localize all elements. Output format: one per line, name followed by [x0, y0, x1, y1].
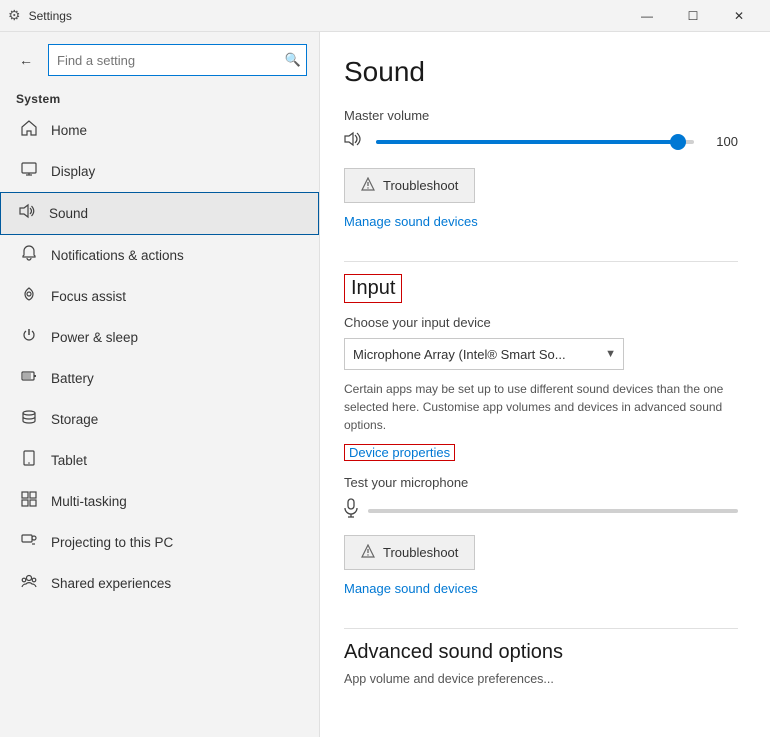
divider-1 — [344, 261, 738, 262]
sidebar-item-display[interactable]: Display — [0, 151, 319, 192]
focus-icon — [19, 286, 39, 307]
power-icon — [19, 327, 39, 348]
close-button[interactable]: ✕ — [716, 0, 762, 32]
sidebar-item-display-label: Display — [51, 164, 95, 179]
sidebar-item-storage-label: Storage — [51, 412, 98, 427]
volume-value: 100 — [706, 134, 738, 149]
volume-icon — [344, 131, 364, 152]
advanced-hint-text: App volume and device preferences... — [344, 672, 738, 686]
sidebar-item-notifications[interactable]: Notifications & actions — [0, 235, 319, 276]
input-section-title: Input — [351, 277, 395, 300]
sidebar-item-battery[interactable]: Battery — [0, 358, 319, 399]
warning-icon-1 — [361, 177, 375, 194]
slider-thumb — [670, 134, 686, 150]
sidebar-item-tablet[interactable]: Tablet — [0, 440, 319, 481]
warning-icon-2 — [361, 544, 375, 561]
notifications-icon — [19, 245, 39, 266]
volume-row: 100 — [344, 131, 738, 152]
advanced-section-title: Advanced sound options — [344, 641, 738, 664]
page-title: Sound — [344, 56, 738, 88]
sidebar-item-shared-label: Shared experiences — [51, 576, 171, 591]
sidebar-section-label: System — [0, 84, 319, 110]
shared-icon — [19, 573, 39, 594]
sidebar-item-multitasking-label: Multi-tasking — [51, 494, 127, 509]
sidebar-item-projecting[interactable]: Projecting to this PC — [0, 522, 319, 563]
input-section: Input Choose your input device Microphon… — [344, 274, 738, 616]
volume-slider[interactable] — [376, 140, 694, 144]
advanced-section: Advanced sound options App volume and de… — [344, 641, 738, 686]
sidebar: ← 🔍 System Home Displ — [0, 32, 320, 737]
sidebar-item-shared[interactable]: Shared experiences — [0, 563, 319, 604]
sidebar-item-projecting-label: Projecting to this PC — [51, 535, 173, 550]
home-icon — [19, 120, 39, 141]
troubleshoot-button-2[interactable]: Troubleshoot — [344, 535, 475, 570]
test-mic-label: Test your microphone — [344, 475, 738, 490]
search-box: 🔍 — [48, 44, 307, 76]
sidebar-item-home[interactable]: Home — [0, 110, 319, 151]
choose-input-label: Choose your input device — [344, 315, 738, 330]
sidebar-item-home-label: Home — [51, 123, 87, 138]
sidebar-item-focus-label: Focus assist — [51, 289, 126, 304]
title-bar-controls: — ☐ ✕ — [624, 0, 762, 32]
settings-app-icon: ⚙ — [8, 7, 21, 24]
sidebar-item-notifications-label: Notifications & actions — [51, 248, 184, 263]
sound-icon — [17, 203, 37, 224]
input-hint-text: Certain apps may be set up to use differ… — [344, 380, 738, 434]
troubleshoot-btn-2-label: Troubleshoot — [383, 545, 458, 560]
sidebar-item-tablet-label: Tablet — [51, 453, 87, 468]
troubleshoot-button-1[interactable]: Troubleshoot — [344, 168, 475, 203]
mic-level-track — [368, 509, 738, 513]
sidebar-item-sound-label: Sound — [49, 206, 88, 221]
search-input[interactable] — [48, 44, 307, 76]
mic-row — [344, 498, 738, 523]
slider-fill — [376, 140, 678, 144]
input-device-dropdown-wrapper: Microphone Array (Intel® Smart So... ▼ — [344, 338, 624, 370]
search-icon[interactable]: 🔍 — [285, 52, 301, 68]
sidebar-item-storage[interactable]: Storage — [0, 399, 319, 440]
projecting-icon — [19, 532, 39, 553]
display-icon — [19, 161, 39, 182]
troubleshoot-btn-1-label: Troubleshoot — [383, 178, 458, 193]
device-properties-link[interactable]: Device properties — [344, 444, 455, 461]
battery-icon — [19, 368, 39, 389]
title-bar-title: Settings — [29, 9, 72, 23]
dropdown-row: Microphone Array (Intel® Smart So... ▼ — [344, 338, 738, 370]
sidebar-item-battery-label: Battery — [51, 371, 94, 386]
title-bar: ⚙ Settings — ☐ ✕ — [0, 0, 770, 32]
sidebar-nav-top: ← 🔍 — [0, 40, 319, 84]
back-button[interactable]: ← — [12, 46, 40, 74]
app-body: ← 🔍 System Home Displ — [0, 32, 770, 737]
manage-sound-devices-link-2[interactable]: Manage sound devices — [344, 581, 478, 596]
master-volume-label: Master volume — [344, 108, 738, 123]
maximize-button[interactable]: ☐ — [670, 0, 716, 32]
input-device-dropdown[interactable]: Microphone Array (Intel® Smart So... — [344, 338, 624, 370]
divider-2 — [344, 628, 738, 629]
storage-icon — [19, 409, 39, 430]
input-section-heading-box: Input — [344, 274, 402, 303]
manage-sound-devices-link-1[interactable]: Manage sound devices — [344, 214, 478, 229]
sidebar-item-multitasking[interactable]: Multi-tasking — [0, 481, 319, 522]
minimize-button[interactable]: — — [624, 0, 670, 32]
sidebar-item-focus[interactable]: Focus assist — [0, 276, 319, 317]
mic-icon — [344, 498, 358, 523]
sidebar-item-power-label: Power & sleep — [51, 330, 138, 345]
content-area: Sound Master volume 100 — [320, 32, 770, 737]
sidebar-item-sound[interactable]: Sound — [0, 192, 319, 235]
multitasking-icon — [19, 491, 39, 512]
sidebar-item-power[interactable]: Power & sleep — [0, 317, 319, 358]
tablet-icon — [19, 450, 39, 471]
